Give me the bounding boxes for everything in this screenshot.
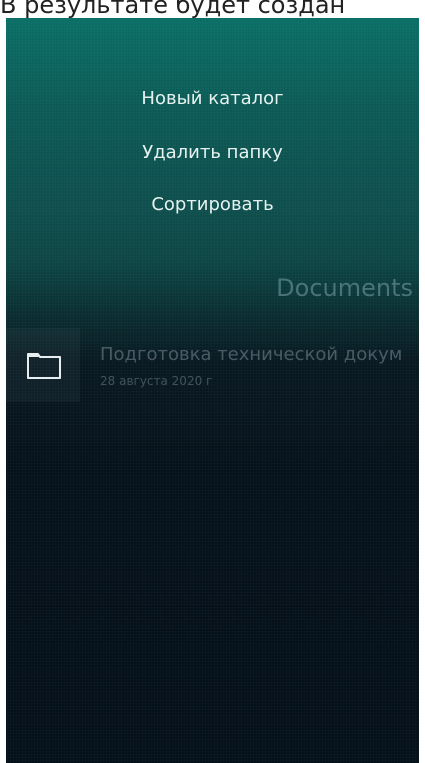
list-item[interactable]: Подготовка технической докум 28 августа …: [6, 328, 419, 402]
phone-screen: Новый каталог Удалить папку Сортировать …: [6, 18, 419, 763]
folder-icon: [27, 353, 61, 379]
page-title: Documents: [276, 274, 413, 302]
folder-icon-container: [6, 328, 80, 402]
menu-item-new-folder[interactable]: Новый каталог: [6, 88, 419, 109]
document-caption-text: В результате будет создан: [0, 0, 346, 18]
folder-name: Подготовка технической докум: [100, 344, 403, 365]
menu-item-sort[interactable]: Сортировать: [6, 194, 419, 215]
menu-item-delete-folder[interactable]: Удалить папку: [6, 142, 419, 163]
folder-date: 28 августа 2020 г: [100, 374, 213, 388]
